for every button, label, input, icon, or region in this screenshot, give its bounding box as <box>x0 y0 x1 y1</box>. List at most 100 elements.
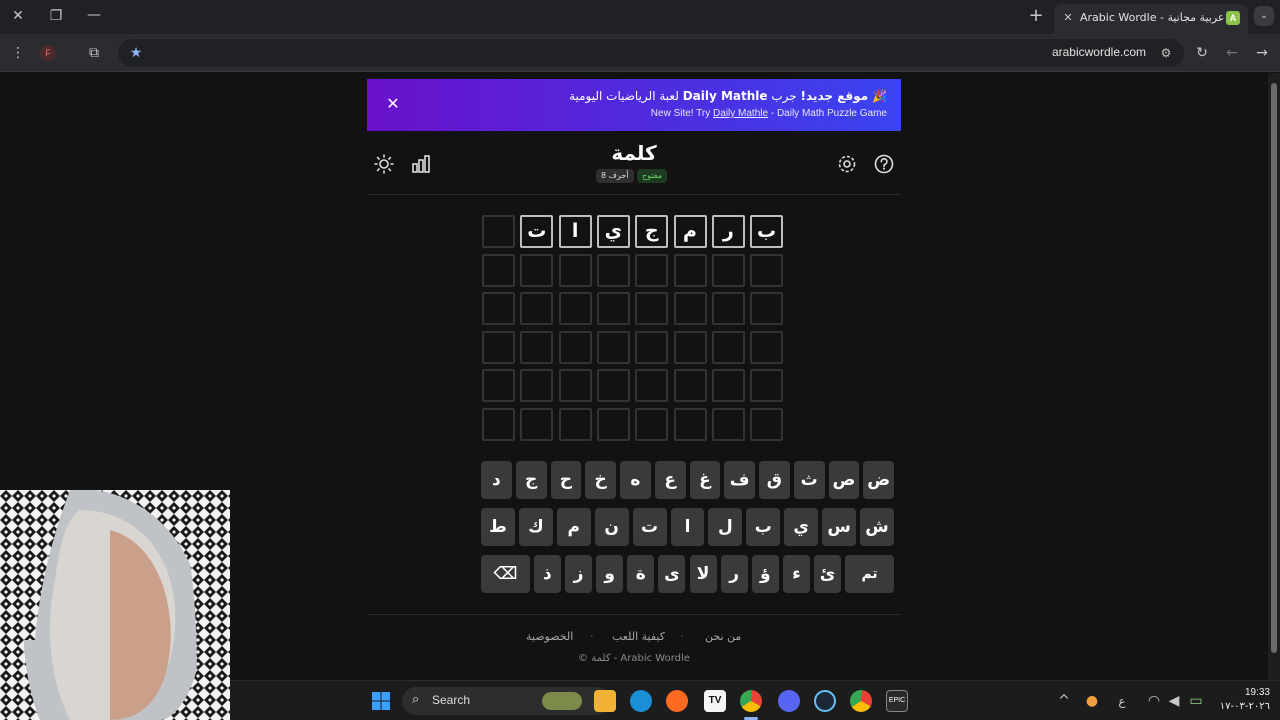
key-letter[interactable]: غ <box>689 461 721 499</box>
grid-cell <box>482 407 515 441</box>
banner-text-arabic: 🎉 موقع جديد! جرب Daily Mathle لعبة الريا… <box>569 89 887 103</box>
key-letter[interactable]: ة <box>627 555 655 593</box>
key-letter[interactable]: ز <box>564 555 593 593</box>
key-letter[interactable]: ن <box>594 508 629 546</box>
forward-icon[interactable]: → <box>1252 43 1272 63</box>
tradingview-icon[interactable]: TV <box>704 690 726 712</box>
key-letter[interactable]: ح <box>550 461 582 499</box>
key-letter[interactable]: ا <box>670 508 705 546</box>
key-letter[interactable]: ل <box>708 508 743 546</box>
footer-about-link[interactable]: من نحن <box>705 630 741 643</box>
new-tab-icon[interactable]: + <box>1026 6 1046 26</box>
footer-how-to-play-link[interactable]: كيفية اللعب <box>612 630 665 643</box>
key-letter[interactable]: ع <box>654 461 686 499</box>
grid-cell <box>558 292 592 325</box>
extensions-icon[interactable]: ⧉ <box>84 43 104 63</box>
page-scrollbar[interactable] <box>1268 73 1280 680</box>
party-icon: 🎉 <box>868 89 887 103</box>
key-letter[interactable]: ت <box>632 508 667 546</box>
key-letter[interactable]: ذ <box>533 555 561 593</box>
grid-cell <box>750 253 784 287</box>
volume-icon[interactable]: ◀ <box>1164 691 1184 711</box>
minimize-window-icon[interactable]: — <box>84 5 104 25</box>
windows-start-icon[interactable] <box>370 690 392 712</box>
input-language[interactable]: ع <box>1112 691 1132 711</box>
back-icon[interactable]: ← <box>1222 43 1242 63</box>
key-letter[interactable]: ب <box>746 508 781 546</box>
key-letter[interactable]: ؤ <box>751 555 779 593</box>
banner-link-arabic[interactable]: Daily Mathle <box>683 89 768 103</box>
grid-cell <box>635 369 669 402</box>
favicon-icon: A <box>1226 11 1240 25</box>
grid-cell: م <box>673 215 707 248</box>
settings-icon[interactable] <box>836 153 858 175</box>
key-letter[interactable]: ى <box>658 555 686 593</box>
key-letter[interactable]: ي <box>784 508 819 546</box>
key-letter[interactable]: ث <box>793 461 825 499</box>
profile-avatar[interactable]: F <box>40 45 56 61</box>
key-letter[interactable]: ط <box>481 508 515 546</box>
backspace-key[interactable]: ⌫ <box>481 555 530 593</box>
clock-date[interactable]: ٢٠٢٦-٠٣-١٧ <box>1220 701 1270 712</box>
key-letter[interactable]: ف <box>724 461 755 499</box>
key-letter[interactable]: ج <box>515 461 547 499</box>
discord-icon[interactable] <box>778 690 800 712</box>
key-letter[interactable]: ئ <box>814 555 842 593</box>
restore-window-icon[interactable]: ❐ <box>46 6 66 26</box>
enter-key[interactable]: تم <box>845 555 894 593</box>
site-settings-icon[interactable]: ⚙ <box>1156 43 1176 63</box>
key-letter[interactable]: و <box>596 555 624 593</box>
taskbar-search-label: Search <box>432 693 471 707</box>
close-tab-icon[interactable]: ✕ <box>1058 8 1078 28</box>
key-letter[interactable]: لا <box>689 555 717 593</box>
key-letter[interactable]: م <box>556 508 591 546</box>
steam-icon[interactable] <box>814 690 836 712</box>
tab-search-icon[interactable]: ⌄ <box>1254 6 1274 26</box>
promo-banner[interactable]: ✕ 🎉 موقع جديد! جرب Daily Mathle لعبة الر… <box>367 79 901 131</box>
tray-overflow-icon[interactable]: ^ <box>1054 691 1074 711</box>
file-explorer-icon[interactable] <box>594 690 616 712</box>
close-window-icon[interactable]: ✕ <box>8 6 28 26</box>
key-letter[interactable]: ه <box>620 461 651 499</box>
url-text: arabicwordle.com <box>1051 45 1146 59</box>
key-letter[interactable]: س <box>822 508 857 546</box>
reload-icon[interactable]: ↻ <box>1192 43 1212 63</box>
firefox-icon[interactable] <box>666 690 688 712</box>
grid-cell <box>596 292 630 325</box>
scrollbar-thumb[interactable] <box>1271 83 1277 653</box>
epic-games-icon[interactable]: EPIC <box>886 690 908 712</box>
banner-try: جرب <box>771 89 797 103</box>
microphone-icon[interactable]: ● <box>1082 691 1102 711</box>
webcam-overlay <box>0 490 230 720</box>
grid-cell <box>711 330 745 364</box>
key-letter[interactable]: خ <box>585 461 616 499</box>
key-letter[interactable]: ر <box>720 555 748 593</box>
key-letter[interactable]: ص <box>828 461 860 499</box>
key-letter[interactable]: د <box>481 461 512 499</box>
battery-icon[interactable]: ▭ <box>1186 691 1206 711</box>
key-letter[interactable]: ض <box>863 461 894 499</box>
key-letter[interactable]: ق <box>759 461 790 499</box>
banner-link-english[interactable]: Daily Mathle <box>713 108 768 119</box>
grid-cell <box>482 292 515 325</box>
key-letter[interactable]: ش <box>860 508 894 546</box>
banner-desc-arabic: لعبة الرياضيات اليومية <box>569 89 679 103</box>
help-icon[interactable] <box>873 153 895 175</box>
bookmark-star-icon[interactable]: ★ <box>126 43 146 63</box>
key-letter[interactable]: ك <box>518 508 553 546</box>
grid-cell: ج <box>635 215 669 248</box>
grid-cell <box>750 407 784 441</box>
menu-icon[interactable]: ⋮ <box>8 43 28 63</box>
chrome-icon[interactable] <box>740 690 762 712</box>
edge-icon[interactable] <box>630 690 652 712</box>
close-banner-icon[interactable]: ✕ <box>383 94 403 114</box>
taskbar-search[interactable]: ⌕ Search <box>402 687 612 715</box>
chrome-profile-icon[interactable] <box>850 690 872 712</box>
key-letter[interactable]: ء <box>782 555 811 593</box>
wifi-icon[interactable]: ◠ <box>1144 691 1164 711</box>
tab-title: Arabic Wordle - لعبة وردل عربية مجانية <box>1080 11 1230 24</box>
browser-tab[interactable]: ✕ Arabic Wordle - لعبة وردل عربية مجانية… <box>1054 4 1248 34</box>
footer-privacy-link[interactable]: الخصوصية <box>526 630 573 643</box>
omnibox[interactable]: ★ arabicwordle.com ⚙ <box>118 39 1184 67</box>
clock-time[interactable]: 19:33 <box>1245 687 1270 698</box>
